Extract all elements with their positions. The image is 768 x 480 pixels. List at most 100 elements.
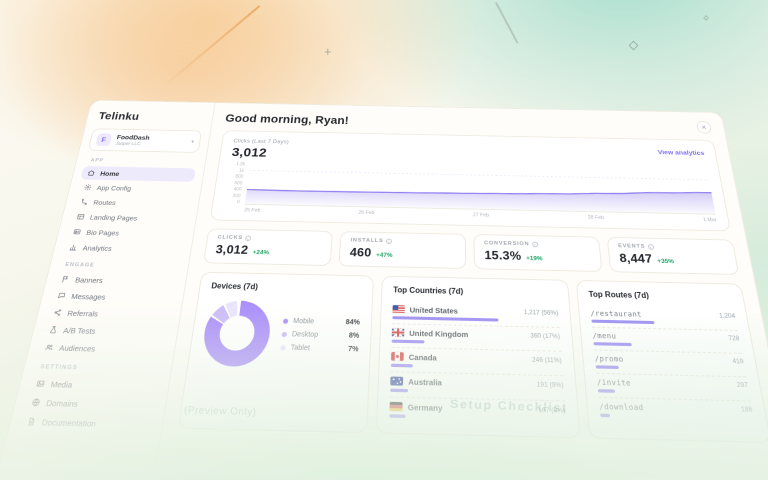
sidebar-item-label: Landing Pages [89, 213, 138, 222]
country-name: Australia [408, 376, 442, 387]
home-icon [87, 170, 96, 177]
stat-delta: +19% [526, 255, 543, 262]
dashboard-card-wrapper: Telinku F FoodDash Jasper LLC ▾ APP Home… [0, 100, 768, 480]
legend-row-tablet: Tablet 7% [280, 341, 359, 356]
sidebar-item-domains[interactable]: Domains [23, 393, 157, 414]
sidebar-item-audiences[interactable]: Audiences [37, 339, 166, 359]
flag-ca-icon [391, 352, 404, 361]
info-icon[interactable]: i [245, 235, 251, 241]
sidebar-section-label: APP [90, 158, 197, 165]
country-name: Germany [408, 402, 443, 413]
country-row-top: United Kingdom 360 (17%) [392, 328, 561, 341]
route-row-top: /download 186 [599, 402, 753, 415]
stat-line: 3,012 +24% [215, 242, 322, 258]
stat-label: EVENTS i [618, 243, 724, 251]
layout-icon [76, 213, 85, 220]
stat-card-installs: INSTALLS i 460 +47% [338, 231, 466, 269]
sidebar-item-app-config[interactable]: App Config [77, 180, 193, 196]
sidebar-item-label: Media [50, 379, 74, 389]
area-chart: 1.2k1k8006004002000 [224, 162, 716, 216]
countries-panel-title: Top Countries (7d) [393, 286, 557, 298]
route-bar [598, 389, 615, 392]
chart-kpi-value: 3,012 [231, 145, 289, 160]
main-content: Good morning, Ryan! × Clicks (Last 7 Day… [152, 103, 768, 480]
legend-dot-icon [282, 331, 288, 336]
x-axis-tick: 26 Feb [358, 210, 374, 216]
route-row: /invite 297 [596, 374, 751, 402]
flag-us-icon [393, 305, 405, 314]
chevron-down-icon: ▾ [191, 139, 195, 145]
devices-body: Mobile 84% Desktop 8% Tablet 7% [200, 297, 361, 369]
flag-gb-icon [392, 328, 404, 337]
routes-panel: Top Routes (7d) /restaurant 1,204 /menu … [576, 280, 768, 443]
sidebar-item-messages[interactable]: Messages [50, 288, 175, 306]
sidebar-item-routes[interactable]: Routes [73, 195, 191, 211]
sidebar-item-label: Analytics [82, 243, 113, 252]
flag-au-icon [390, 376, 403, 386]
globe-icon [31, 398, 42, 407]
image-icon [35, 379, 45, 388]
chat-icon [57, 292, 67, 300]
y-axis-tick: 1k [239, 168, 245, 173]
route-value: 419 [732, 358, 744, 366]
sidebar-item-label: Referrals [67, 308, 99, 318]
legend-value: 8% [349, 332, 360, 339]
sidebar-item-label: Messages [71, 292, 107, 302]
country-value: 246 (11%) [532, 356, 562, 364]
bar-chart-icon [69, 244, 78, 252]
sidebar-section-label: SETTINGS [40, 364, 163, 373]
doc-icon [26, 417, 37, 426]
bottom-panels: Devices (7d) Mobile 84% Desktop 8% Table… [178, 272, 768, 443]
stat-delta: +47% [376, 252, 393, 259]
stat-card-clicks: CLICKS i 3,012 +24% [203, 228, 333, 266]
sidebar-item-banners[interactable]: Banners [54, 271, 178, 289]
sidebar-item-referrals[interactable]: Referrals [46, 304, 173, 323]
legend-label: Tablet [290, 344, 310, 352]
route-value: 1,204 [719, 312, 736, 319]
gear-icon [83, 184, 92, 191]
info-icon[interactable]: i [648, 244, 655, 250]
view-analytics-link[interactable]: View analytics [657, 148, 705, 156]
flask-icon [48, 326, 58, 334]
sidebar-section: ENGAGE Banners Messages Referrals A/B Te… [37, 262, 179, 358]
info-icon[interactable]: i [532, 242, 538, 248]
route-row-top: /invite 297 [597, 378, 749, 390]
users-icon [44, 343, 54, 352]
sidebar-item-landing-pages[interactable]: Landing Pages [70, 209, 189, 226]
area-chart-svg [245, 162, 716, 216]
country-bar [392, 340, 425, 343]
dashboard-card: Telinku F FoodDash Jasper LLC ▾ APP Home… [0, 100, 768, 480]
chart-y-axis: 1.2k1k8006004002000 [224, 162, 245, 206]
workspace-switcher[interactable]: F FoodDash Jasper LLC ▾ [88, 128, 203, 153]
devices-panel: Devices (7d) Mobile 84% Desktop 8% Table… [178, 272, 375, 433]
sidebar-item-analytics[interactable]: Analytics [62, 240, 183, 257]
sidebar-item-media[interactable]: Media [28, 375, 160, 396]
share-icon [53, 308, 63, 316]
stat-line: 460 +47% [349, 245, 455, 261]
flag-icon [61, 275, 71, 283]
sidebar-item-a-b-tests[interactable]: A/B Tests [41, 321, 169, 340]
devices-legend: Mobile 84% Desktop 8% Tablet 7% [280, 314, 360, 356]
y-axis-tick: 800 [235, 174, 243, 179]
sidebar-item-documentation[interactable]: Documentation [18, 412, 153, 433]
workspace-subtitle: Jasper LLC [115, 141, 149, 146]
close-button[interactable]: × [696, 121, 713, 134]
route-row: /promo 419 [594, 350, 746, 377]
chart-card-kpi: Clicks (Last 7 Days) 3,012 [231, 138, 289, 160]
sidebar-item-label: Banners [74, 275, 103, 284]
legend-value: 84% [345, 319, 360, 326]
legend-label: Desktop [292, 331, 319, 339]
routes-list: /restaurant 1,204 /menu 728 /promo 419 /… [590, 306, 755, 426]
sidebar-item-label: App Config [96, 184, 132, 192]
sidebar-item-label: Documentation [41, 417, 97, 429]
route-row-top: /menu 728 [592, 331, 740, 343]
y-axis-tick: 200 [232, 193, 240, 198]
sidebar-item-home[interactable]: Home [81, 166, 196, 182]
workspace-info: FoodDash Jasper LLC [115, 134, 150, 147]
route-value: 186 [740, 406, 753, 414]
sidebar-item-bio-pages[interactable]: Bio Pages [66, 224, 186, 241]
info-icon[interactable]: i [386, 239, 392, 245]
country-value: 1,217 (56%) [524, 309, 559, 317]
sidebar-section: SETTINGS Media Domains Documentation [18, 364, 162, 434]
y-axis-tick: 0 [237, 200, 240, 205]
